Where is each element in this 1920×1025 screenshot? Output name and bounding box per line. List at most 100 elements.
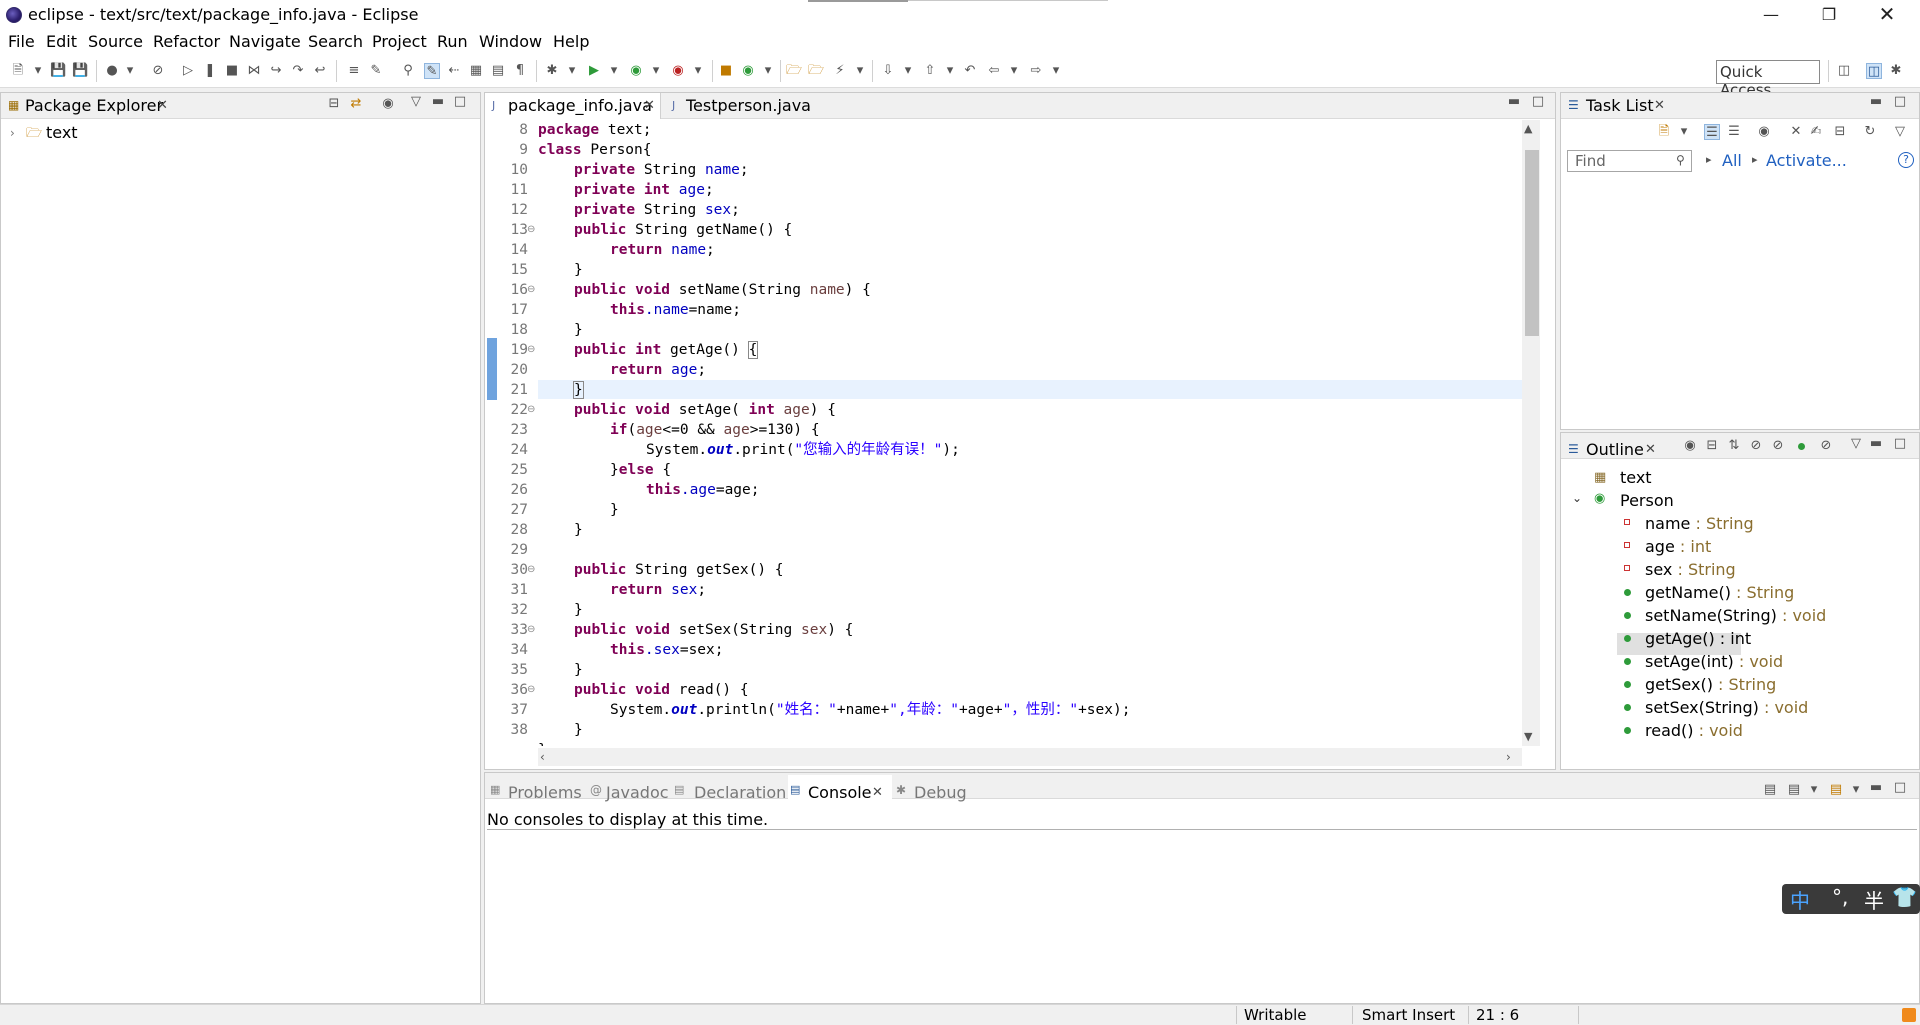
- close-tab-icon[interactable]: ✕: [872, 785, 883, 800]
- toggle-block-icon[interactable]: ✎: [368, 63, 384, 79]
- fold-collapse-icon[interactable]: ⊖: [527, 684, 535, 695]
- close-tab-icon[interactable]: ✕: [1645, 442, 1656, 457]
- new-class-icon[interactable]: ◉: [740, 63, 756, 79]
- all-link[interactable]: All: [1722, 151, 1742, 170]
- quick-access-input[interactable]: Quick Access: [1716, 60, 1820, 99]
- fold-collapse-icon[interactable]: ⊖: [527, 564, 535, 575]
- outline-member[interactable]: setSex(String) : void: [1645, 698, 1808, 717]
- task-list-tab[interactable]: Task List: [1586, 96, 1654, 115]
- step-over-icon[interactable]: ↷: [290, 63, 306, 79]
- outline-member-selected[interactable]: getAge() : int: [1645, 629, 1751, 648]
- sort-icon[interactable]: ⇅: [1726, 438, 1742, 454]
- step-return-icon[interactable]: ↩: [312, 63, 328, 79]
- package-explorer-tab[interactable]: Package Explorer: [25, 96, 163, 115]
- tab-declaration[interactable]: Declaration: [694, 783, 786, 802]
- close-tab-icon[interactable]: ✕: [644, 98, 655, 113]
- new-task-dropdown-icon[interactable]: ▾: [1676, 124, 1692, 140]
- open-type-icon[interactable]: ⚲: [400, 63, 416, 79]
- new-java-project-icon[interactable]: ■: [718, 63, 734, 79]
- ime-mode[interactable]: 中: [1790, 885, 1810, 914]
- hide-static-icon[interactable]: ⊘: [1770, 438, 1786, 454]
- collapse-all-icon[interactable]: ⊟: [326, 96, 342, 112]
- hide-local-types-icon[interactable]: ⊘: [1818, 438, 1834, 454]
- fold-collapse-icon[interactable]: ⊖: [527, 224, 535, 235]
- coverage-dropdown-icon[interactable]: ▾: [648, 63, 664, 79]
- menu-help[interactable]: Help: [553, 32, 589, 51]
- maximize-view-icon[interactable]: □: [1530, 94, 1546, 110]
- last-edit-icon[interactable]: ↶: [962, 63, 978, 79]
- view-menu-icon[interactable]: ▽: [408, 94, 424, 110]
- maximize-view-icon[interactable]: □: [1892, 94, 1908, 110]
- collapse-all-icon[interactable]: ⊟: [1832, 124, 1848, 140]
- scroll-down-icon[interactable]: ▼: [1524, 730, 1532, 743]
- debug-perspective-icon[interactable]: ✱: [1888, 63, 1904, 79]
- activate-link[interactable]: Activate...: [1766, 151, 1847, 170]
- debug-dropdown-icon[interactable]: ▾: [564, 63, 580, 79]
- fold-collapse-icon[interactable]: ⊖: [527, 404, 535, 415]
- menu-edit[interactable]: Edit: [46, 32, 77, 51]
- outline-member[interactable]: read() : void: [1645, 721, 1743, 740]
- back-dropdown-icon[interactable]: ▾: [1006, 63, 1022, 79]
- outline-member[interactable]: age : int: [1645, 537, 1711, 556]
- link-editor-icon[interactable]: ⇄: [348, 96, 364, 112]
- run-icon[interactable]: ▶: [586, 63, 602, 79]
- horizontal-scrollbar[interactable]: [538, 748, 1522, 766]
- profile-icon[interactable]: ●: [104, 63, 120, 79]
- display-console-icon[interactable]: ▤: [1786, 782, 1802, 798]
- close-tab-icon[interactable]: ✕: [1654, 98, 1665, 113]
- outline-class[interactable]: Person: [1620, 491, 1674, 510]
- status-insert-mode[interactable]: Smart Insert: [1362, 1006, 1455, 1024]
- minimize-view-icon[interactable]: ▬: [1506, 94, 1522, 110]
- close-button[interactable]: ✕: [1864, 0, 1910, 28]
- maximize-view-icon[interactable]: □: [1892, 436, 1908, 452]
- tab-console[interactable]: Console: [808, 783, 872, 802]
- menu-run[interactable]: Run: [437, 32, 468, 51]
- menu-navigate[interactable]: Navigate: [229, 32, 301, 51]
- outline-member[interactable]: getSex() : String: [1645, 675, 1776, 694]
- display-console-dropdown-icon[interactable]: ▾: [1806, 782, 1822, 798]
- new-task-icon[interactable]: 🗎: [1656, 124, 1672, 140]
- scroll-left-icon[interactable]: ‹: [540, 750, 545, 764]
- scroll-right-icon[interactable]: ›: [1506, 750, 1511, 764]
- pin-console-icon[interactable]: ▤: [1762, 782, 1778, 798]
- toggle-word-wrap-icon[interactable]: ≡: [346, 63, 362, 79]
- new-dropdown-icon[interactable]: ▾: [30, 63, 46, 79]
- java-perspective-icon[interactable]: ◫: [1866, 63, 1882, 79]
- open-perspective-icon[interactable]: ◫: [1836, 63, 1852, 79]
- outline-member[interactable]: sex : String: [1645, 560, 1736, 579]
- menu-file[interactable]: File: [8, 32, 35, 51]
- open-task-icon[interactable]: 🗁: [808, 63, 824, 79]
- show-tasks-icon[interactable]: ✍: [1808, 124, 1824, 140]
- debug-icon[interactable]: ✱: [544, 63, 560, 79]
- hide-completed-icon[interactable]: ✕: [1788, 124, 1804, 140]
- show-source-icon[interactable]: ▤: [490, 63, 506, 79]
- skip-breakpoints-icon[interactable]: ⊘: [150, 63, 166, 79]
- prev-annotation-dropdown-icon[interactable]: ▾: [942, 63, 958, 79]
- menu-source[interactable]: Source: [88, 32, 143, 51]
- minimize-button[interactable]: —: [1748, 0, 1794, 28]
- external-tools-dropdown-icon[interactable]: ▾: [690, 63, 706, 79]
- minimize-view-icon[interactable]: ▬: [1868, 94, 1884, 110]
- menu-window[interactable]: Window: [479, 32, 542, 51]
- hide-fields-icon[interactable]: ⊘: [1748, 438, 1764, 454]
- save-icon[interactable]: 💾: [50, 63, 66, 79]
- chevron-down-icon[interactable]: ⌄: [1572, 491, 1582, 505]
- help-icon[interactable]: ?: [1898, 152, 1914, 168]
- minimize-view-icon[interactable]: ▬: [1868, 780, 1884, 796]
- menu-project[interactable]: Project: [372, 32, 427, 51]
- minimize-view-icon[interactable]: ▬: [1868, 436, 1884, 452]
- expand-chevron-icon[interactable]: ›: [10, 126, 15, 140]
- fold-collapse-icon[interactable]: ⊖: [527, 284, 535, 295]
- outline-member[interactable]: setName(String) : void: [1645, 606, 1826, 625]
- collapse-all-icon[interactable]: ⊟: [1704, 438, 1720, 454]
- prev-annotation-icon[interactable]: ⇧: [922, 63, 938, 79]
- outline-member[interactable]: name : String: [1645, 514, 1754, 533]
- minimize-view-icon[interactable]: ▬: [430, 94, 446, 110]
- focus-task-icon[interactable]: ◉: [1682, 438, 1698, 454]
- focus-workweek-icon[interactable]: ◉: [1756, 124, 1772, 140]
- ime-punct[interactable]: °,: [1832, 885, 1848, 909]
- rss-notification-icon[interactable]: [1902, 1008, 1916, 1022]
- menu-refactor[interactable]: Refactor: [153, 32, 220, 51]
- synchronize-icon[interactable]: ↻: [1862, 124, 1878, 140]
- open-console-icon[interactable]: ▤: [1828, 782, 1844, 798]
